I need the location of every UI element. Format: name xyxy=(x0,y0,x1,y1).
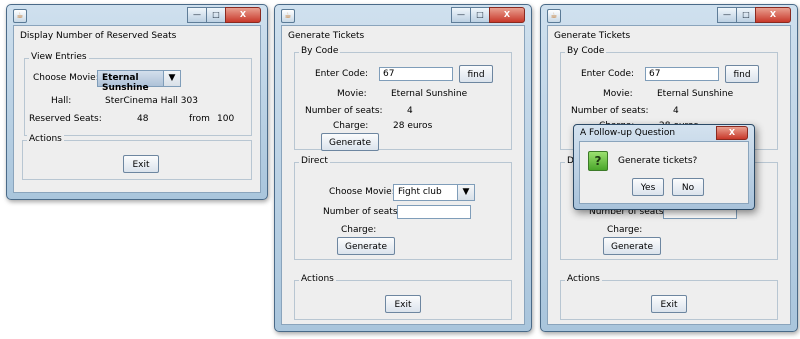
seats-input[interactable] xyxy=(397,205,471,219)
movie-select-value: Fight club xyxy=(398,187,442,197)
window-title: Generate Tickets xyxy=(288,31,365,41)
actions-group: Actions Exit xyxy=(294,274,512,320)
group-title: Actions xyxy=(299,274,336,284)
number-of-seats-label: Number of seats: xyxy=(305,106,383,116)
enter-code-label: Enter Code: xyxy=(581,69,635,79)
close-button[interactable]: X xyxy=(489,7,525,23)
movie-value: Eternal Sunshine xyxy=(657,89,734,99)
reserved-seats-value: 48 xyxy=(137,114,149,124)
window-content: Display Number of Reserved Seats View En… xyxy=(13,25,261,193)
reserved-seats-window: ☕ — □ X Display Number of Reserved Seats… xyxy=(6,4,268,200)
number-of-seats-label: Number of seats: xyxy=(571,106,649,116)
charge-label: Charge: xyxy=(607,225,643,235)
dialog-content: ? Generate tickets? Yes No xyxy=(579,141,749,204)
direct-group: Direct Choose Movie: Fight club ▼ Number… xyxy=(294,156,512,260)
group-title: By Code xyxy=(299,46,341,56)
group-title: Actions xyxy=(27,134,64,144)
minimize-button[interactable]: — xyxy=(187,7,207,23)
title-bar[interactable]: ☕ — □ X xyxy=(7,5,267,25)
number-of-seats-value: 4 xyxy=(673,106,679,116)
java-app-icon: ☕ xyxy=(547,9,561,23)
number-of-seats-label: Number of seats: xyxy=(323,207,401,217)
window-title: Display Number of Reserved Seats xyxy=(20,31,177,41)
code-input[interactable]: 67 xyxy=(379,67,453,81)
maximize-button[interactable]: □ xyxy=(470,7,490,23)
movie-label: Movie: xyxy=(337,89,367,99)
number-of-seats-value: 4 xyxy=(407,106,413,116)
maximize-button[interactable]: □ xyxy=(736,7,756,23)
total-seats-value: 100 xyxy=(217,114,235,124)
exit-button[interactable]: Exit xyxy=(651,295,687,313)
follow-up-question-dialog: A Follow-up Question X ? Generate ticket… xyxy=(573,124,755,210)
window-title: Generate Tickets xyxy=(554,31,631,41)
movie-select[interactable]: Fight club ▼ xyxy=(393,184,475,201)
choose-movie-label: Choose Movie: xyxy=(33,73,99,83)
hall-label: Hall: xyxy=(51,96,72,106)
view-entries-group: View Entries Choose Movie: Eternal Sunsh… xyxy=(24,52,252,136)
minimize-button[interactable]: — xyxy=(717,7,737,23)
enter-code-label: Enter Code: xyxy=(315,69,369,79)
actions-group: Actions Exit xyxy=(22,134,252,180)
charge-value: 28 euros xyxy=(393,121,433,131)
group-title: Actions xyxy=(565,274,602,284)
reserved-seats-label: Reserved Seats: xyxy=(29,114,102,124)
group-title: By Code xyxy=(565,46,607,56)
group-title: Direct xyxy=(299,156,330,166)
generate-button[interactable]: Generate xyxy=(337,237,395,255)
no-button[interactable]: No xyxy=(672,178,704,196)
movie-value: Eternal Sunshine xyxy=(391,89,468,99)
generate-tickets-window: ☕ — □ X Generate Tickets By Code Enter C… xyxy=(274,4,532,332)
generate-button[interactable]: Generate xyxy=(603,237,661,255)
movie-select[interactable]: Eternal Sunshine ▼ xyxy=(97,70,181,93)
dialog-close-button[interactable]: X xyxy=(716,126,748,140)
close-button[interactable]: X xyxy=(755,7,791,23)
java-app-icon: ☕ xyxy=(13,9,27,23)
chevron-down-icon[interactable]: ▼ xyxy=(457,185,474,200)
question-icon: ? xyxy=(588,151,608,171)
dialog-title: A Follow-up Question xyxy=(580,128,676,138)
find-button[interactable]: find xyxy=(725,65,759,83)
actions-group: Actions Exit xyxy=(560,274,778,320)
maximize-button[interactable]: □ xyxy=(206,7,226,23)
window-content: Generate Tickets By Code Enter Code: 67 … xyxy=(281,25,525,325)
movie-label: Movie: xyxy=(603,89,633,99)
charge-label: Charge: xyxy=(333,121,369,131)
by-code-group: By Code Enter Code: 67 find Movie: Etern… xyxy=(294,46,512,151)
charge-label: Charge: xyxy=(341,225,377,235)
minimize-button[interactable]: — xyxy=(451,7,471,23)
choose-movie-label: Choose Movie: xyxy=(329,187,395,197)
java-app-icon: ☕ xyxy=(281,9,295,23)
close-button[interactable]: X xyxy=(225,7,261,23)
from-label: from xyxy=(189,114,210,124)
hall-value: SterCinema Hall 303 xyxy=(105,96,198,106)
exit-button[interactable]: Exit xyxy=(385,295,421,313)
code-input[interactable]: 67 xyxy=(645,67,719,81)
generate-button[interactable]: Generate xyxy=(321,133,379,151)
find-button[interactable]: find xyxy=(459,65,493,83)
title-bar[interactable]: ☕ — □ X xyxy=(275,5,531,25)
title-bar[interactable]: ☕ — □ X xyxy=(541,5,797,25)
dialog-message: Generate tickets? xyxy=(618,156,698,166)
yes-button[interactable]: Yes xyxy=(632,178,664,196)
exit-button[interactable]: Exit xyxy=(123,155,159,173)
chevron-down-icon[interactable]: ▼ xyxy=(163,71,180,86)
group-title: View Entries xyxy=(29,52,89,62)
